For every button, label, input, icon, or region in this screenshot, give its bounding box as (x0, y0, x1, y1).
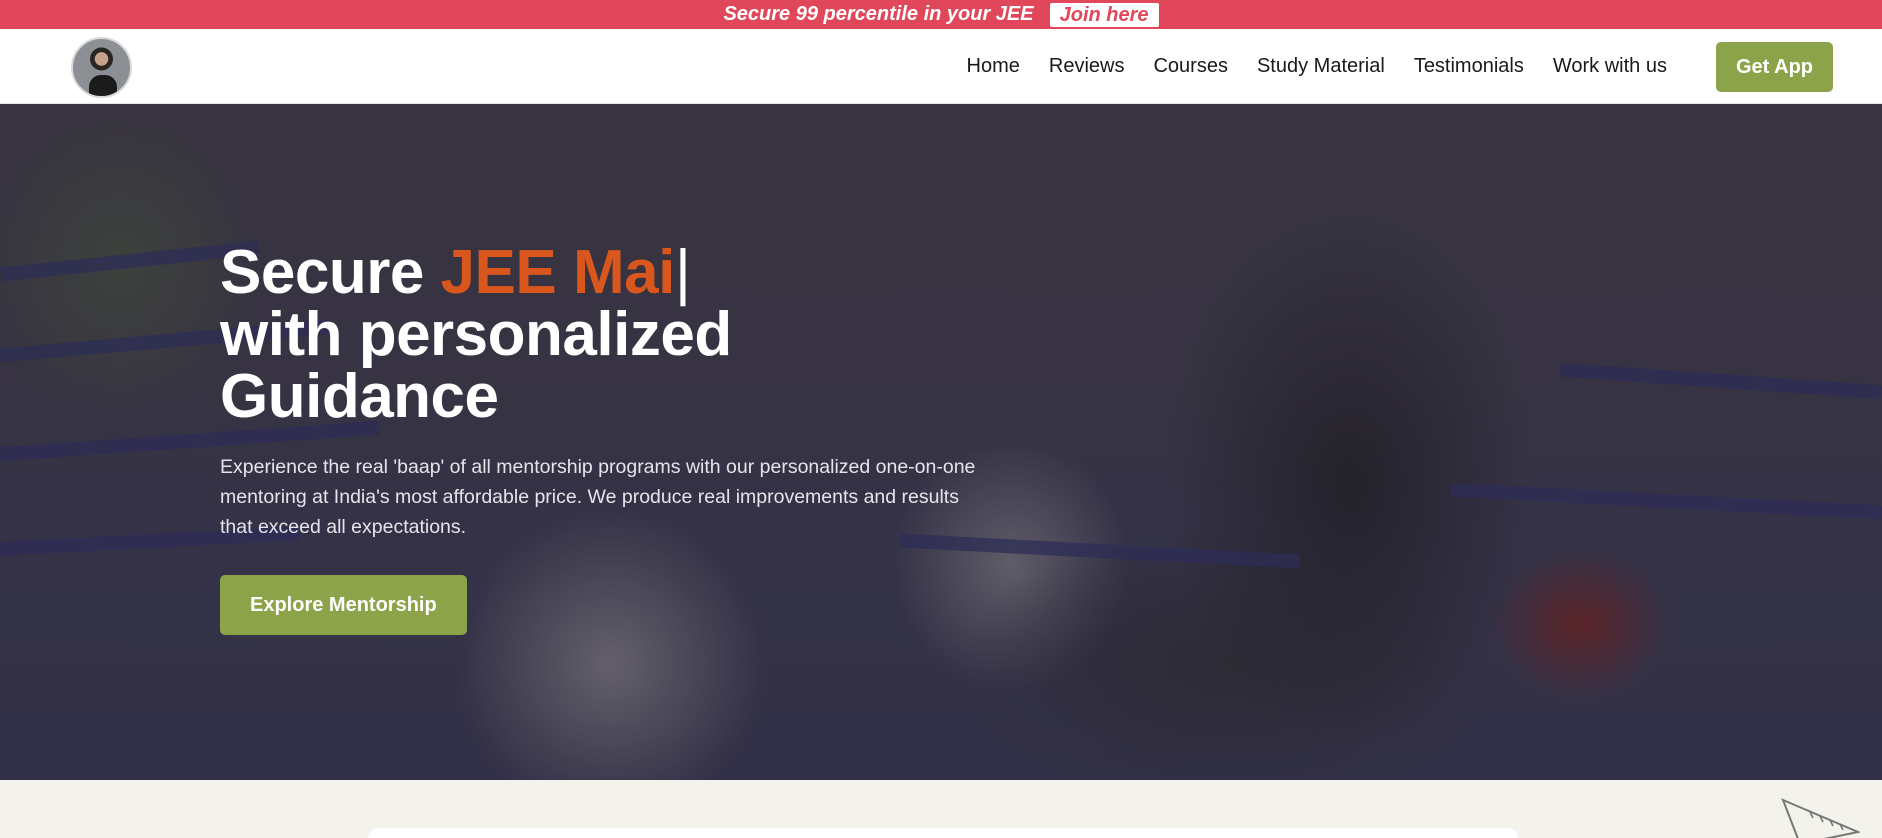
hero-section: Secure JEE Mai| with personalized Guidan… (0, 104, 1882, 780)
headline-prefix: Secure (220, 238, 441, 307)
typing-cursor: | (674, 238, 691, 307)
headline-line2: with personalized Guidance (220, 300, 732, 431)
nav-work-with-us[interactable]: Work with us (1553, 55, 1667, 78)
main-nav: Home Reviews Courses Study Material Test… (967, 29, 1882, 104)
hero-headline: Secure JEE Mai| with personalized Guidan… (220, 242, 990, 428)
nav-reviews[interactable]: Reviews (1049, 55, 1125, 78)
avatar[interactable] (71, 37, 132, 98)
ruler-triangle-icon (1781, 798, 1860, 838)
get-app-button[interactable]: Get App (1715, 41, 1833, 92)
content-card (368, 828, 1518, 838)
nav-testimonials[interactable]: Testimonials (1414, 55, 1524, 78)
nav-study-material[interactable]: Study Material (1257, 55, 1385, 78)
site-header: Home Reviews Courses Study Material Test… (0, 29, 1882, 104)
headline-accent: JEE Mai (440, 238, 676, 307)
hero-content: Secure JEE Mai| with personalized Guidan… (220, 242, 990, 635)
announcement-text: Secure 99 percentile in your JEE (723, 3, 1034, 25)
explore-mentorship-button[interactable]: Explore Mentorship (220, 575, 467, 635)
hero-subtext: Experience the real 'baap' of all mentor… (220, 456, 976, 538)
join-here-button[interactable]: Join here (1049, 2, 1159, 27)
avatar-figure (89, 75, 117, 96)
nav-home[interactable]: Home (967, 55, 1020, 78)
announcement-bar: Secure 99 percentile in your JEE Join he… (0, 0, 1882, 29)
nav-courses[interactable]: Courses (1153, 55, 1227, 78)
